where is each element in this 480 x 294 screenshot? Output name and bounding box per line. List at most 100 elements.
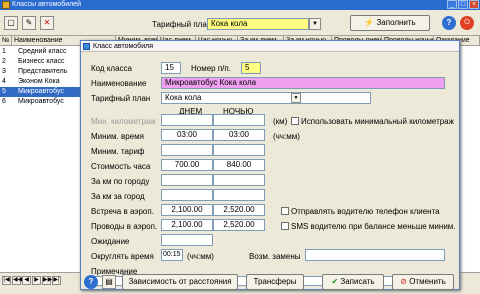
dialog-title-bar: Класс автомобиля xyxy=(81,41,459,52)
help-icon[interactable]: ? xyxy=(442,16,456,30)
row-name: Микроавтобус xyxy=(18,98,64,105)
table-row-selected[interactable]: 5 Микроавтобус xyxy=(0,87,80,97)
tariff-label: Тарифный план xyxy=(152,20,212,29)
row-name: Эконом Кока xyxy=(18,78,60,85)
chevron-down-icon[interactable]: ▼ xyxy=(291,93,301,103)
toolbar: ▢ ✎ ✕ Тарифный план Кока кола ▼ ⚡ Заполн… xyxy=(0,10,480,36)
hour-cost-night-field[interactable]: 840.00 xyxy=(213,159,265,171)
sms-balance-checkbox[interactable] xyxy=(281,222,289,230)
table-row[interactable]: 4 Эконом Кока xyxy=(0,77,80,87)
dialog-tariff-label: Тарифный план xyxy=(91,94,151,103)
outcity-km-day-field[interactable] xyxy=(161,189,213,201)
name-label: Наименование xyxy=(91,79,147,88)
round-time-field[interactable]: 00:15 xyxy=(161,249,183,261)
dialog-tariff-select[interactable]: Кока кола xyxy=(161,92,371,104)
use-min-km-checkbox[interactable] xyxy=(291,117,299,125)
hour-cost-day-field[interactable]: 700.00 xyxy=(161,159,213,171)
car-class-dialog: Класс автомобиля Код класса 15 Номер п/п… xyxy=(80,40,460,290)
cancel-button-label: Отменить xyxy=(409,277,446,286)
min-time-label: Миним. время xyxy=(91,132,144,141)
cancel-icon: ⊘ xyxy=(400,277,407,286)
distance-dependency-button[interactable]: Зависимость от расстояния xyxy=(122,274,238,290)
prev-page-icon[interactable]: ◀◀ xyxy=(12,276,22,285)
min-time-day-field[interactable]: 03:00 xyxy=(161,129,213,141)
round-time-label: Округлять время xyxy=(91,252,154,261)
order-label: Номер п/п. xyxy=(191,64,231,73)
km-unit-label: (км) xyxy=(273,117,288,126)
table-row[interactable]: 2 Бизнесс класс xyxy=(0,57,80,67)
row-number: 6 xyxy=(2,98,6,105)
order-field[interactable]: 5 xyxy=(241,62,261,74)
row-name: Бизнесс класс xyxy=(18,58,65,65)
name-field[interactable]: Микроавтобус Кока кола xyxy=(161,77,445,89)
replacement-field[interactable] xyxy=(305,249,445,261)
maximize-button[interactable]: □ xyxy=(458,0,468,9)
checkmark-icon: ✔ xyxy=(331,277,339,286)
minimize-button[interactable]: _ xyxy=(447,0,457,9)
send-phone-checkbox[interactable] xyxy=(281,207,289,215)
app-icon xyxy=(2,1,10,9)
fill-button-label: Заполнить xyxy=(376,18,416,27)
min-km-day-field[interactable] xyxy=(161,114,213,126)
column-header[interactable]: № xyxy=(0,36,12,46)
dialog-title: Класс автомобиля xyxy=(93,43,153,50)
round-unit-label: (чч:мм) xyxy=(187,252,214,261)
airport-see-off-night-field[interactable]: 2,520.00 xyxy=(213,219,265,231)
calculator-icon[interactable]: ▤ xyxy=(102,275,116,289)
airport-see-off-day-field[interactable]: 2,100.00 xyxy=(161,219,213,231)
row-name: Микроавтобус xyxy=(18,88,64,95)
exit-icon[interactable]: ⏻ xyxy=(460,16,474,30)
airport-see-off-label: Проводы в аэроп. xyxy=(91,222,158,231)
dialog-help-icon[interactable]: ? xyxy=(84,275,98,289)
fill-button[interactable]: ⚡ Заполнить xyxy=(350,15,430,31)
min-tariff-night-field[interactable] xyxy=(213,144,265,156)
row-name: Представитель xyxy=(18,68,68,75)
table-row[interactable]: 6 Микроавтобус xyxy=(0,97,80,107)
use-min-km-label: Использовать минимальный километраж xyxy=(301,117,454,126)
next-page-icon[interactable]: ▶▶ xyxy=(42,276,52,285)
table-row[interactable]: 1 Средний класс xyxy=(0,47,80,57)
outcity-km-night-field[interactable] xyxy=(213,189,265,201)
save-button-label: Записать xyxy=(340,277,375,286)
airport-meet-day-field[interactable]: 2,100.00 xyxy=(161,204,213,216)
window-title-bar: Классы автомобилей xyxy=(0,0,480,10)
last-record-icon[interactable]: ▶| xyxy=(52,276,61,285)
hour-cost-label: Стоимость часа xyxy=(91,162,151,171)
code-field[interactable]: 15 xyxy=(161,62,181,74)
dialog-icon xyxy=(83,43,90,50)
transfers-button[interactable]: Трансферы xyxy=(246,274,304,290)
edit-record-icon[interactable]: ✎ xyxy=(22,16,36,30)
city-km-day-field[interactable] xyxy=(161,174,213,186)
first-record-icon[interactable]: |◀ xyxy=(2,276,11,285)
table-row[interactable]: 3 Представитель xyxy=(0,67,80,77)
next-record-icon[interactable]: ▶ xyxy=(32,276,41,285)
wait-label: Ожидание xyxy=(91,237,130,246)
min-tariff-day-field[interactable] xyxy=(161,144,213,156)
tariff-select[interactable]: Кока кола xyxy=(207,18,309,30)
time-unit-label: (чч:мм) xyxy=(273,132,300,141)
city-km-night-field[interactable] xyxy=(213,174,265,186)
row-number: 4 xyxy=(2,78,6,85)
delete-record-icon[interactable]: ✕ xyxy=(40,16,54,30)
row-number: 3 xyxy=(2,68,6,75)
close-button[interactable]: × xyxy=(469,0,479,9)
cancel-button[interactable]: ⊘ Отменить xyxy=(392,274,454,290)
city-km-label: За км по городу xyxy=(91,177,150,186)
new-record-icon[interactable]: ▢ xyxy=(4,16,18,30)
outcity-km-label: За км за город xyxy=(91,192,145,201)
wait-field[interactable] xyxy=(161,234,213,246)
row-number: 1 xyxy=(2,48,6,55)
min-km-night-field[interactable] xyxy=(213,114,265,126)
replacement-label: Возм. замены xyxy=(249,252,301,261)
sms-balance-label: SMS водителю при балансе меньше миним. xyxy=(291,222,456,231)
row-number: 2 xyxy=(2,58,6,65)
min-km-label: Мин. километраж xyxy=(91,117,156,126)
chevron-down-icon[interactable]: ▼ xyxy=(309,18,321,30)
airport-meet-label: Встреча в аэроп. xyxy=(91,207,154,216)
send-phone-label: Отправлять водителю телефон клиента xyxy=(291,207,440,216)
save-button[interactable]: ✔ Записать xyxy=(322,274,384,290)
prev-record-icon[interactable]: ◀ xyxy=(22,276,31,285)
airport-meet-night-field[interactable]: 2,520.00 xyxy=(213,204,265,216)
min-time-night-field[interactable]: 03:00 xyxy=(213,129,265,141)
window-title: Классы автомобилей xyxy=(12,1,82,8)
